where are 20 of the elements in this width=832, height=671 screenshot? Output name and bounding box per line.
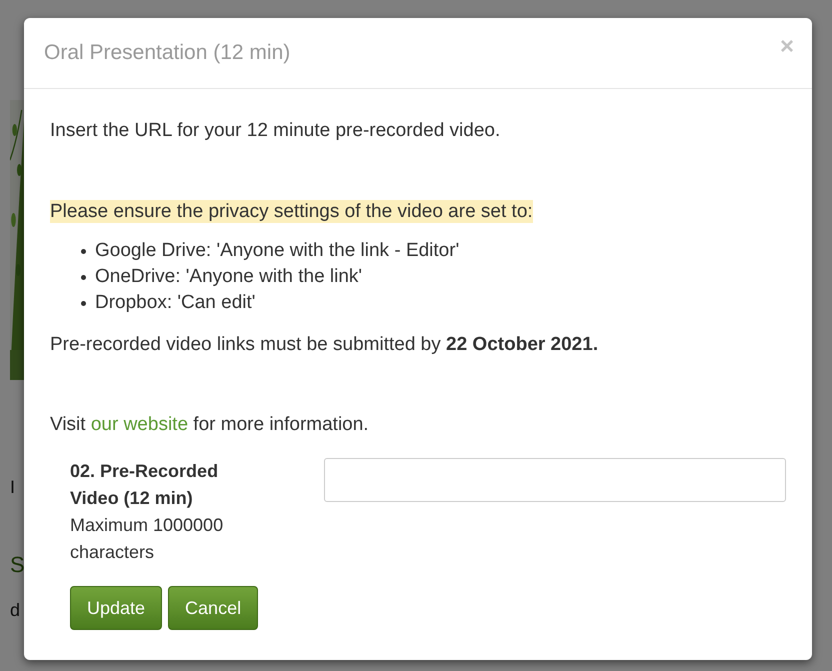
bullet-icon — [81, 300, 86, 306]
website-link[interactable]: our website — [90, 414, 188, 435]
dialog-title: Oral Presentation (12 min) — [44, 41, 290, 65]
page-text: I — [10, 476, 16, 499]
deadline-text: Pre-recorded video links must be submitted by 22 October 2021. — [50, 334, 600, 356]
bullet-icon — [81, 248, 86, 254]
page-text: d — [10, 599, 20, 622]
url-input[interactable] — [324, 458, 786, 502]
info-text: Visit our website for more information. — [50, 414, 370, 436]
page-text: S — [10, 553, 25, 577]
field-label: 02. Pre-Recorded Video (12 min) — [70, 460, 220, 510]
bullet-icon — [81, 274, 86, 280]
field-hint: Maximum 1000000 characters — [70, 514, 224, 564]
list-item: Dropbox: 'Can edit' — [95, 292, 256, 314]
update-button[interactable]: Update — [70, 586, 162, 630]
intro-text: Insert the URL for your 12 minute pre-recorded video. — [50, 120, 502, 142]
list-item: Google Drive: 'Anyone with the link - Editor' — [95, 240, 460, 262]
cancel-button[interactable]: Cancel — [168, 586, 258, 630]
list-item: OneDrive: 'Anyone with the link' — [95, 266, 362, 288]
notice-text: Please ensure the privacy settings of the video are set to: — [50, 200, 533, 223]
